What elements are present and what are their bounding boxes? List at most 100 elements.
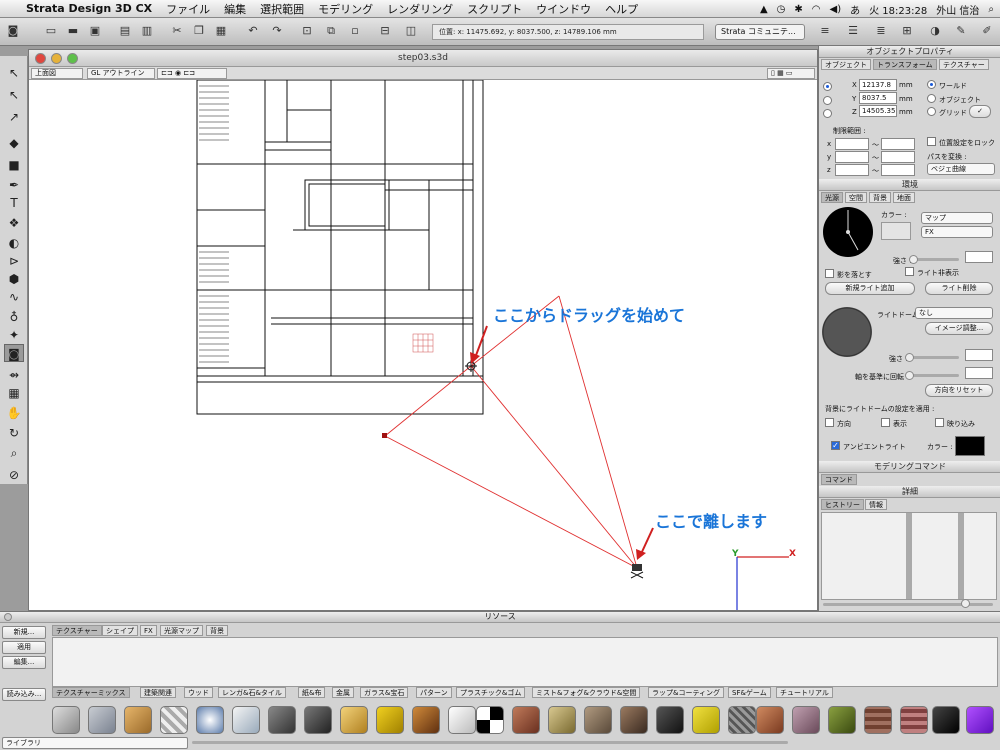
- photoshop-import-icon[interactable]: ▥: [140, 24, 154, 38]
- align-right-icon[interactable]: ≣: [874, 24, 888, 38]
- map-select[interactable]: マップ: [921, 212, 993, 224]
- rotate-view-icon[interactable]: ↻: [4, 424, 24, 442]
- spotlight-tool-icon[interactable]: ✦: [4, 326, 24, 344]
- photoshop-export-icon[interactable]: ▤: [118, 24, 132, 38]
- category-sf-game[interactable]: SF&ゲーム: [728, 687, 771, 698]
- details-header[interactable]: 詳細: [819, 486, 1000, 498]
- light-dome-preview[interactable]: [821, 306, 873, 358]
- cube-tool-icon[interactable]: ◆: [4, 134, 24, 152]
- strength-field[interactable]: [965, 251, 993, 263]
- strength-slider[interactable]: [911, 258, 959, 261]
- texture-swatch[interactable]: [864, 706, 892, 734]
- category-texture-mix[interactable]: テクスチャーミックス: [52, 687, 130, 698]
- category-metal[interactable]: 金属: [332, 687, 354, 698]
- radio-scale[interactable]: [823, 109, 832, 118]
- reset-direction-button[interactable]: 方向をリセット: [925, 384, 993, 397]
- select-plus-icon[interactable]: ↖: [4, 86, 24, 104]
- x-position-field[interactable]: 12137.8: [859, 79, 897, 91]
- undo-icon[interactable]: ↶: [246, 24, 260, 38]
- input-method-icon[interactable]: あ: [850, 2, 860, 17]
- ambient-light-checkbox[interactable]: ✓: [831, 441, 840, 450]
- notes-icon[interactable]: ✐: [980, 24, 994, 38]
- add-light-button[interactable]: 新規ライト追加: [825, 282, 915, 295]
- texture-swatch[interactable]: [728, 706, 756, 734]
- radio-world[interactable]: [927, 80, 936, 89]
- resources-close-button[interactable]: [4, 613, 12, 621]
- tab-history[interactable]: ヒストリー: [821, 499, 864, 510]
- modeling-canvas[interactable]: ここからドラッグを始めて ここで離します Y X: [29, 80, 817, 610]
- limit-y-max[interactable]: [881, 151, 915, 163]
- group-icon[interactable]: ⧉: [324, 24, 338, 38]
- lathe-tool-icon[interactable]: ◐: [4, 234, 24, 252]
- ambient-color-swatch[interactable]: [955, 436, 985, 456]
- limit-z-min[interactable]: [835, 164, 869, 176]
- resource-list-area[interactable]: [52, 637, 998, 687]
- library-select[interactable]: ライブラリ: [2, 737, 188, 749]
- menu-help[interactable]: ヘルプ: [605, 1, 638, 17]
- category-paper-cloth[interactable]: 紙&布: [298, 687, 326, 698]
- texture-swatch[interactable]: [828, 706, 856, 734]
- texture-swatch[interactable]: [656, 706, 684, 734]
- texture-swatch[interactable]: [268, 706, 296, 734]
- z-position-field[interactable]: 14505.35: [859, 105, 897, 117]
- adobe-icon[interactable]: ▲: [760, 4, 768, 15]
- texture-swatch[interactable]: [792, 706, 820, 734]
- view-select[interactable]: 上面図: [31, 68, 83, 79]
- path-convert-select[interactable]: ベジェ曲線: [927, 163, 995, 175]
- tab-texture[interactable]: テクスチャー: [939, 59, 989, 70]
- rotate-slider[interactable]: [907, 374, 959, 377]
- limit-z-max[interactable]: [881, 164, 915, 176]
- category-tutorial[interactable]: チュートリアル: [776, 687, 833, 698]
- dome-strength-slider[interactable]: [907, 356, 959, 359]
- rotate-field[interactable]: [965, 367, 993, 379]
- hand-tool-icon[interactable]: ✋: [4, 404, 24, 422]
- texture-swatch[interactable]: [476, 706, 504, 734]
- tab-light[interactable]: 光源: [821, 192, 843, 203]
- view-layout-icons[interactable]: ▯ ▦ ▭: [767, 68, 815, 79]
- tab-transform[interactable]: トランスフォーム: [873, 59, 937, 70]
- light-color-swatch[interactable]: [881, 222, 911, 240]
- texture-swatch[interactable]: [52, 706, 80, 734]
- clock[interactable]: 火 18:23:28: [869, 2, 927, 17]
- opt-display-checkbox[interactable]: [881, 418, 890, 427]
- render-mode-select[interactable]: GL アウトライン: [87, 68, 155, 79]
- texture-swatch[interactable]: [620, 706, 648, 734]
- texture-swatch[interactable]: [340, 706, 368, 734]
- menu-edit[interactable]: 編集: [224, 1, 246, 17]
- community-select[interactable]: Strata コミュニテ...: [715, 24, 805, 40]
- texture-swatch[interactable]: [88, 706, 116, 734]
- bluetooth-icon[interactable]: ✱: [794, 4, 802, 15]
- apply-resource-button[interactable]: 適用: [2, 641, 46, 654]
- menu-file[interactable]: ファイル: [166, 1, 210, 17]
- category-glass-gem[interactable]: ガラス&宝石: [360, 687, 409, 698]
- texture-swatch[interactable]: [548, 706, 576, 734]
- delete-light-button[interactable]: ライト削除: [925, 282, 993, 295]
- menu-select[interactable]: 選択範囲: [260, 1, 304, 17]
- view-tools[interactable]: ⊏⊐ ◉ ⊏⊐: [157, 68, 227, 79]
- pen-tool-icon[interactable]: ✒: [4, 176, 24, 194]
- boolean-tool-icon[interactable]: ⬢: [4, 270, 24, 288]
- texture-swatch[interactable]: [160, 706, 188, 734]
- menu-rendering[interactable]: レンダリング: [387, 1, 453, 17]
- tab-info[interactable]: 情報: [865, 499, 887, 510]
- spotlight-icon[interactable]: ⌕: [988, 4, 994, 15]
- texture-swatch[interactable]: [412, 706, 440, 734]
- zoom-button[interactable]: [67, 53, 78, 64]
- radio-object[interactable]: [927, 94, 936, 103]
- cut-icon[interactable]: ✂: [170, 24, 184, 38]
- texture-swatch[interactable]: [196, 706, 224, 734]
- texture-swatch[interactable]: [512, 706, 540, 734]
- environment-header[interactable]: 環境: [819, 179, 1000, 191]
- strength-slider-knob[interactable]: [909, 255, 918, 264]
- fx-select[interactable]: FX: [921, 226, 993, 238]
- category-mist-fog[interactable]: ミスト&フォグ&クラウド&空間: [532, 687, 641, 698]
- tab-res-texture[interactable]: テクスチャー: [52, 625, 102, 636]
- texture-swatch[interactable]: [304, 706, 332, 734]
- y-position-field[interactable]: 8037.5: [859, 92, 897, 104]
- texture-swatch[interactable]: [232, 706, 260, 734]
- new-doc-icon[interactable]: ▭: [44, 24, 58, 38]
- dome-strength-field[interactable]: [965, 349, 993, 361]
- tab-res-shape[interactable]: シェイプ: [102, 625, 138, 636]
- texture-swatch[interactable]: [756, 706, 784, 734]
- rotate-slider-knob[interactable]: [905, 371, 914, 380]
